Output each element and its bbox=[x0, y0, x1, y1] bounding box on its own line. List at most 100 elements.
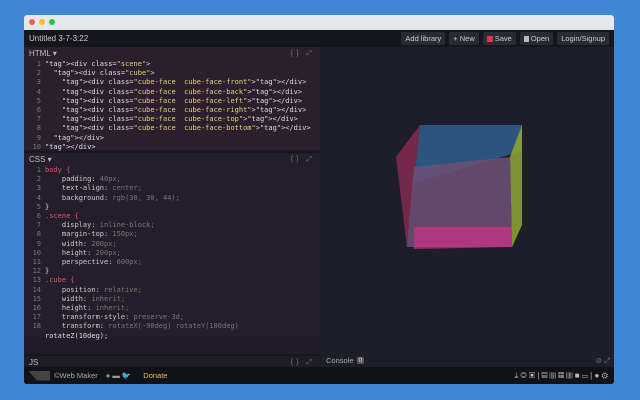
code-text: margin-top: 150px; bbox=[61, 230, 138, 239]
code-text: "tag"></div> bbox=[53, 133, 105, 142]
code-line: 8 margin-top: 150px; bbox=[27, 230, 320, 239]
maximize-button[interactable] bbox=[49, 19, 55, 25]
web-maker-logo bbox=[28, 370, 50, 381]
js-panel-title[interactable]: JS bbox=[29, 358, 38, 367]
login-button[interactable]: Login/Signup bbox=[557, 32, 609, 45]
line-number: 17 bbox=[32, 313, 41, 322]
line-number: 3 bbox=[36, 78, 41, 87]
code-line: 4 "tag"><div class="cube-face cube-face-… bbox=[27, 88, 320, 97]
code-text: height: inherit; bbox=[61, 304, 130, 313]
panel-controls-icon[interactable]: {} ⤢ bbox=[291, 359, 315, 367]
save-icon bbox=[486, 35, 493, 42]
save-label: Save bbox=[494, 34, 512, 43]
code-line: 7 display: inline-block; bbox=[27, 221, 320, 230]
line-number: 6 bbox=[36, 212, 41, 221]
line-number: 4 bbox=[36, 193, 41, 202]
line-number: 5 bbox=[36, 96, 41, 105]
donate-link[interactable]: Donate bbox=[143, 371, 167, 380]
code-line: 6 "tag"><div class="cube-face cube-face-… bbox=[27, 106, 320, 115]
console-label[interactable]: Console bbox=[326, 356, 354, 365]
minimize-button[interactable] bbox=[39, 19, 45, 25]
code-line: 1 body { bbox=[27, 166, 320, 175]
code-text: } bbox=[45, 267, 50, 276]
code-line: 17 transform-style: preserve-3d; bbox=[27, 313, 320, 322]
code-text: text-align: center; bbox=[61, 184, 142, 193]
new-button[interactable]: + New bbox=[449, 32, 479, 45]
line-number: 12 bbox=[32, 267, 41, 276]
project-title[interactable]: Untitled 3-7-3:22 bbox=[29, 34, 397, 43]
code-line: 10 height: 200px; bbox=[27, 249, 320, 258]
code-line: 3 "tag"><div class="cube-face cube-face-… bbox=[27, 78, 320, 87]
code-text: height: 200px; bbox=[61, 248, 121, 257]
html-panel-title[interactable]: HTML ▾ bbox=[29, 49, 57, 58]
code-line: 15 width: inherit; bbox=[27, 295, 320, 304]
css-editor[interactable]: 1 body {2 padding: 40px; 3 text-align: cen… bbox=[24, 166, 320, 341]
code-line: 18 transform: rotateX(-90deg) rotateY(18… bbox=[27, 322, 320, 331]
line-number: 14 bbox=[32, 285, 41, 294]
line-number: 8 bbox=[36, 124, 41, 133]
line-number: 7 bbox=[36, 115, 41, 124]
help-icon[interactable]: ● ▬ 🐦 bbox=[106, 371, 132, 380]
css-panel-title[interactable]: CSS ▾ bbox=[29, 155, 52, 164]
cube-preview bbox=[396, 125, 522, 249]
code-line: 4 background: rgb(30, 30, 44); bbox=[27, 194, 320, 203]
code-line: 12} bbox=[27, 267, 320, 276]
footer-bar: ©Web Maker ● ▬ 🐦 Donate ⤓ ◎ ▣ | ▤ ▥ ▦ ▥ … bbox=[24, 367, 614, 384]
code-text: position: relative; bbox=[61, 285, 142, 294]
panel-controls-icon[interactable]: {} ⤢ bbox=[291, 156, 315, 164]
code-line: 9 "tag"></div> bbox=[27, 134, 320, 143]
brand-link[interactable]: ©Web Maker bbox=[54, 371, 98, 380]
code-line: 6 .scene { bbox=[27, 212, 320, 221]
code-text: "tag"><div class="cube-face cube-face-ba… bbox=[61, 87, 303, 96]
open-button[interactable]: Open bbox=[519, 32, 554, 45]
code-line: 1 "tag"><div class="scene"> bbox=[27, 60, 320, 69]
line-number: 15 bbox=[32, 294, 41, 303]
html-editor[interactable]: 1 "tag"><div class="scene"> 2 "tag"><div c… bbox=[24, 60, 320, 152]
console-bar[interactable]: Console 0 ⊘ ⤢ bbox=[322, 354, 614, 367]
code-text: perspective: 600px; bbox=[61, 258, 142, 267]
code-text: background: rgb(30, 30, 44); bbox=[61, 193, 180, 202]
code-text: display: inline-block; bbox=[61, 221, 155, 230]
code-line: rotateZ(10deg); bbox=[27, 332, 320, 341]
html-panel: HTML ▾ {} ⤢ 1 "tag"><div class="scene"> 2 "… bbox=[24, 47, 320, 152]
save-button[interactable]: Save bbox=[482, 32, 516, 45]
panel-controls-icon[interactable]: {} ⤢ bbox=[291, 50, 315, 58]
code-text: padding: 40px; bbox=[61, 175, 121, 184]
code-line: 14 position: relative; bbox=[27, 286, 320, 295]
code-text: "tag"><div class="cube-face cube-face-fr… bbox=[61, 78, 307, 87]
code-text: transform: rotateX(-90deg) rotateY(180de… bbox=[61, 322, 239, 331]
code-line: 16 height: inherit; bbox=[27, 304, 320, 313]
editor-column: HTML ▾ {} ⤢ 1 "tag"><div class="scene"> 2 "… bbox=[24, 47, 320, 367]
add-library-button[interactable]: Add library bbox=[401, 32, 446, 45]
code-line: 8 "tag"><div class="cube-face cube-face-… bbox=[27, 124, 320, 133]
code-text: transform-style: preserve-3d; bbox=[61, 313, 185, 322]
code-text: width: 200px; bbox=[61, 239, 117, 248]
code-text: "tag"><div class="cube-face cube-face-bo… bbox=[61, 124, 311, 133]
line-number: 3 bbox=[36, 184, 41, 193]
open-label: Open bbox=[530, 34, 550, 43]
toolbar: Untitled 3-7-3:22 Add library + New Save… bbox=[24, 30, 614, 47]
line-number: 1 bbox=[36, 166, 41, 174]
cube-face-bottom bbox=[414, 227, 512, 249]
file-icon bbox=[523, 35, 529, 42]
code-text: "tag"><div class="cube-face cube-face-ri… bbox=[61, 106, 307, 115]
line-number: 2 bbox=[36, 69, 41, 78]
line-number: 6 bbox=[36, 106, 41, 115]
clear-console-icon[interactable]: ⊘ ⤢ bbox=[596, 356, 610, 366]
line-number: 7 bbox=[36, 221, 41, 230]
code-line: 9 width: 200px; bbox=[27, 240, 320, 249]
code-line: 5} bbox=[27, 203, 320, 212]
line-number: 10 bbox=[32, 248, 41, 257]
close-button[interactable] bbox=[29, 19, 35, 25]
code-text: rotateZ(10deg); bbox=[45, 331, 109, 340]
code-text: .scene { bbox=[45, 212, 79, 221]
layout-toolbar-icons[interactable]: ⤓ ◎ ▣ | ▤ ▥ ▦ ▥ ■ ▭ | ● ⚙ bbox=[515, 371, 614, 381]
console-count-badge: 0 bbox=[356, 357, 365, 364]
code-line: 3 text-align: center; bbox=[27, 184, 320, 193]
preview-panel: Console 0 ⊘ ⤢ bbox=[322, 47, 614, 367]
code-text: "tag"></div> bbox=[45, 142, 96, 151]
line-number: 18 bbox=[32, 322, 41, 331]
line-number: 16 bbox=[32, 304, 41, 313]
line-number: 4 bbox=[36, 87, 41, 96]
code-line: 2 padding: 40px; bbox=[27, 175, 320, 184]
